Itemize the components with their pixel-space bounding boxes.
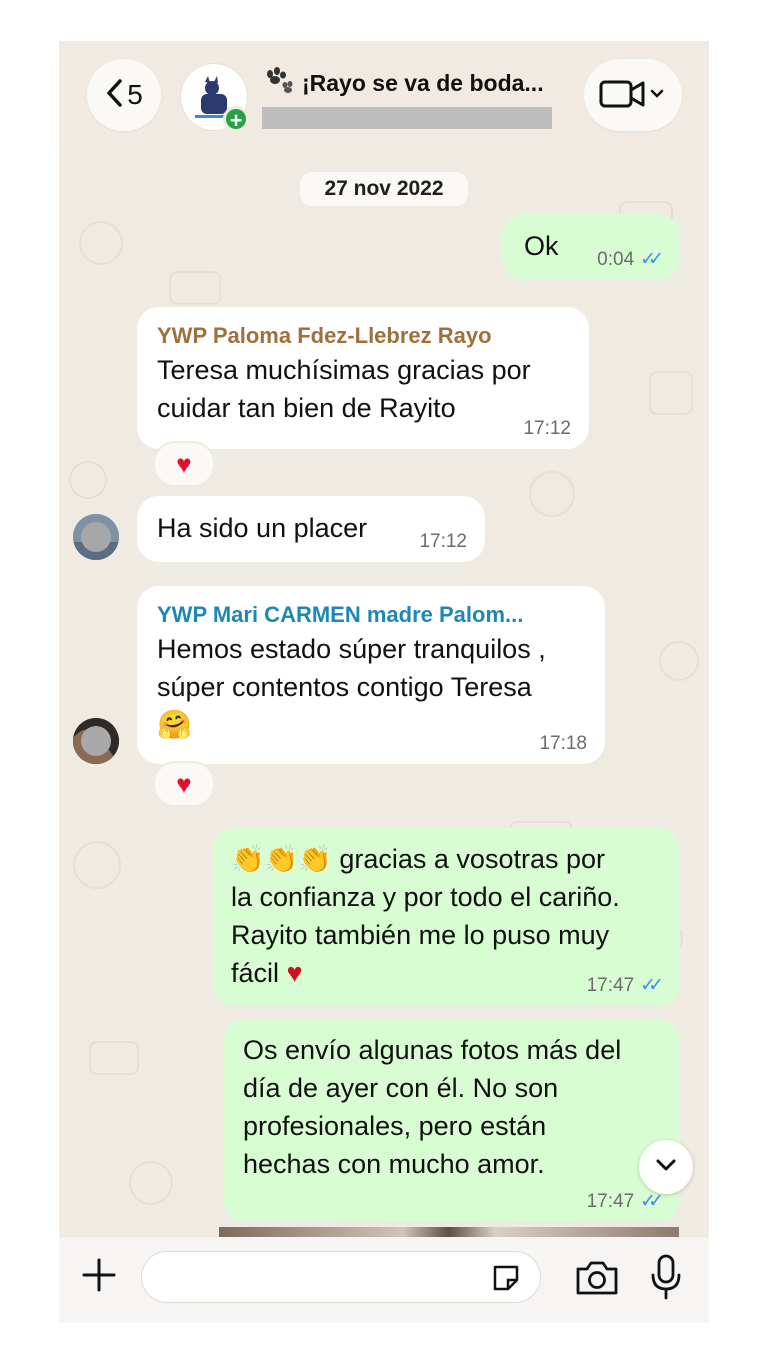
- message-line: día de ayer con él. No son: [243, 1073, 559, 1103]
- heart-icon: ♥: [176, 768, 192, 799]
- chevron-left-icon: [105, 78, 123, 113]
- message-text: Ok: [524, 231, 559, 261]
- attach-button[interactable]: [79, 1255, 119, 1299]
- camera-button[interactable]: [575, 1259, 619, 1297]
- message-line: cuidar tan bien de Rayito: [157, 393, 456, 423]
- message-line: hechas con mucho amor.: [243, 1149, 545, 1179]
- paw-print-icon: [262, 67, 294, 99]
- message-bubble-outgoing[interactable]: Os envío algunas fotos más del día de ay…: [223, 1019, 680, 1222]
- message-line: Hemos estado súper tranquilos ,: [157, 634, 546, 664]
- red-heart-emoji: ♥: [286, 958, 303, 988]
- sender-name: YWP Mari CARMEN madre Palom...: [157, 602, 524, 627]
- scroll-to-bottom-button[interactable]: [639, 1140, 693, 1194]
- sender-name: YWP Paloma Fdez-Llebrez Rayo: [157, 323, 492, 348]
- message-bubble-incoming[interactable]: YWP Paloma Fdez-Llebrez Rayo Teresa much…: [137, 307, 589, 449]
- plus-icon: [81, 1257, 117, 1298]
- camera-icon: [575, 1261, 619, 1301]
- message-time: 0:04 ✓✓: [597, 249, 664, 270]
- message-line: 👏👏👏 gracias a vosotras por: [231, 844, 605, 874]
- message-bubble-incoming[interactable]: Ha sido un placer 17:12: [137, 496, 485, 562]
- video-camera-icon: [598, 75, 668, 116]
- read-receipt-icon: ✓✓: [640, 1191, 664, 1212]
- message-bubble-outgoing[interactable]: 👏👏👏 gracias a vosotras por la confianza …: [213, 828, 680, 1006]
- avatar[interactable]: [73, 514, 119, 560]
- message-line: profesionales, pero están: [243, 1111, 547, 1141]
- message-line: Rayito también me lo puso muy: [231, 920, 610, 950]
- clapping-hands-emoji: 👏👏👏: [231, 844, 332, 874]
- microphone-button[interactable]: [649, 1253, 683, 1301]
- group-title-text: ¡Rayo se va de boda...: [302, 69, 544, 96]
- avatar[interactable]: [73, 718, 119, 764]
- unread-count: 5: [127, 79, 143, 110]
- message-bubble-outgoing[interactable]: Ok 0:04 ✓✓: [502, 214, 680, 280]
- date-separator: 27 nov 2022: [300, 172, 468, 206]
- message-time: 17:47 ✓✓: [586, 1191, 664, 1212]
- message-line: la confianza y por todo el cariño.: [231, 882, 620, 912]
- group-title-area[interactable]: ¡Rayo se va de boda...: [262, 67, 562, 129]
- chevron-down-icon: [655, 1158, 677, 1177]
- message-line: Os envío algunas fotos más del: [243, 1035, 622, 1065]
- chat-screen: 5 + ¡Rayo se va de boda... 27 nov 2022 O…: [59, 41, 709, 1323]
- add-badge: +: [223, 106, 249, 133]
- heart-reaction[interactable]: ♥: [153, 761, 215, 807]
- video-call-button[interactable]: [584, 59, 682, 131]
- sticker-button[interactable]: [491, 1263, 521, 1293]
- message-text: Ha sido un placer: [157, 513, 368, 543]
- message-time: 17:18: [539, 733, 587, 754]
- sticker-icon: [491, 1265, 521, 1297]
- heart-icon: ♥: [176, 448, 192, 479]
- redacted-subtitle: [262, 107, 552, 129]
- read-receipt-icon: ✓✓: [640, 249, 664, 270]
- message-time: 17:12: [523, 418, 571, 439]
- message-line: Teresa muchísimas gracias por: [157, 355, 531, 385]
- heart-reaction[interactable]: ♥: [153, 441, 215, 487]
- hugging-face-emoji: 🤗: [157, 709, 192, 740]
- message-line: súper contentos contigo Teresa: [157, 672, 532, 702]
- message-line: fácil ♥: [231, 958, 303, 988]
- message-time: 17:12: [419, 531, 467, 552]
- group-avatar[interactable]: +: [180, 63, 249, 133]
- message-input[interactable]: [141, 1251, 541, 1303]
- message-composer: [59, 1237, 709, 1323]
- message-time: 17:47 ✓✓: [586, 975, 664, 996]
- group-title: ¡Rayo se va de boda...: [262, 67, 562, 99]
- microphone-icon: [649, 1254, 683, 1305]
- chat-header: 5 + ¡Rayo se va de boda...: [59, 41, 709, 153]
- message-bubble-incoming[interactable]: YWP Mari CARMEN madre Palom... Hemos est…: [137, 586, 605, 764]
- back-button[interactable]: 5: [87, 59, 161, 131]
- read-receipt-icon: ✓✓: [640, 975, 664, 996]
